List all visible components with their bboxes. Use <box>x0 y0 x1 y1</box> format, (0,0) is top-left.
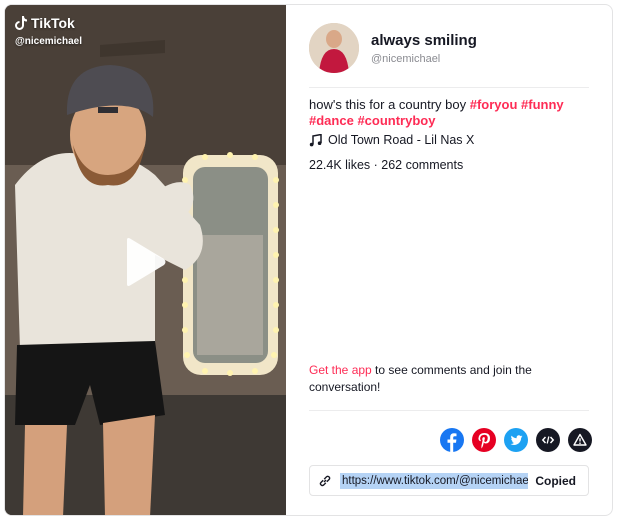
warning-icon <box>573 433 587 446</box>
embed-code-icon <box>541 436 555 444</box>
hashtag-link[interactable]: #funny <box>521 97 564 112</box>
video-player[interactable]: TikTok @nicemichael <box>5 5 286 515</box>
music-label: Old Town Road - Lil Nas X <box>328 133 475 147</box>
link-icon <box>310 474 340 488</box>
facebook-share-button[interactable] <box>440 428 464 452</box>
play-icon[interactable] <box>123 237 167 287</box>
divider <box>309 87 589 88</box>
hashtag-link[interactable]: #foryou <box>470 97 518 112</box>
tiktok-logo-icon <box>15 16 27 30</box>
tiktok-embed-card: TikTok @nicemichael always smiling @nice… <box>4 4 613 516</box>
pinterest-icon <box>478 433 490 449</box>
copy-link-box: Copied <box>309 465 589 496</box>
twitter-icon <box>510 435 523 446</box>
share-buttons <box>440 428 592 452</box>
avatar[interactable] <box>309 23 359 73</box>
report-button[interactable] <box>568 428 592 452</box>
copy-status-button[interactable]: Copied <box>535 474 588 488</box>
pinterest-share-button[interactable] <box>472 428 496 452</box>
avatar-image <box>309 23 359 73</box>
twitter-share-button[interactable] <box>504 428 528 452</box>
get-app-link[interactable]: Get the app <box>309 363 372 377</box>
music-note-icon <box>309 133 322 146</box>
hashtag-link[interactable]: #dance <box>309 113 354 128</box>
facebook-icon <box>447 433 457 452</box>
url-selection-highlight <box>340 472 528 489</box>
tiktok-watermark-label: TikTok <box>31 15 75 31</box>
hashtag-link[interactable]: #countryboy <box>357 113 435 128</box>
get-app-prompt: Get the app to see comments and join the… <box>309 362 569 396</box>
author-display-name[interactable]: always smiling <box>371 32 477 49</box>
divider <box>309 410 589 411</box>
watermark-handle: @nicemichael <box>15 36 83 47</box>
caption-text: how's this for a country boy <box>309 97 470 112</box>
author-handle[interactable]: @nicemichael <box>371 53 440 65</box>
music-link[interactable]: Old Town Road - Lil Nas X <box>309 133 474 147</box>
video-info-panel: always smiling @nicemichael how's this f… <box>286 5 612 515</box>
engagement-stats: 22.4K likes · 262 comments <box>309 158 464 172</box>
tiktok-watermark: TikTok <box>15 15 75 31</box>
embed-button[interactable] <box>536 428 560 452</box>
share-url-input[interactable] <box>342 472 528 489</box>
video-caption: how's this for a country boy #foryou #fu… <box>309 97 579 129</box>
